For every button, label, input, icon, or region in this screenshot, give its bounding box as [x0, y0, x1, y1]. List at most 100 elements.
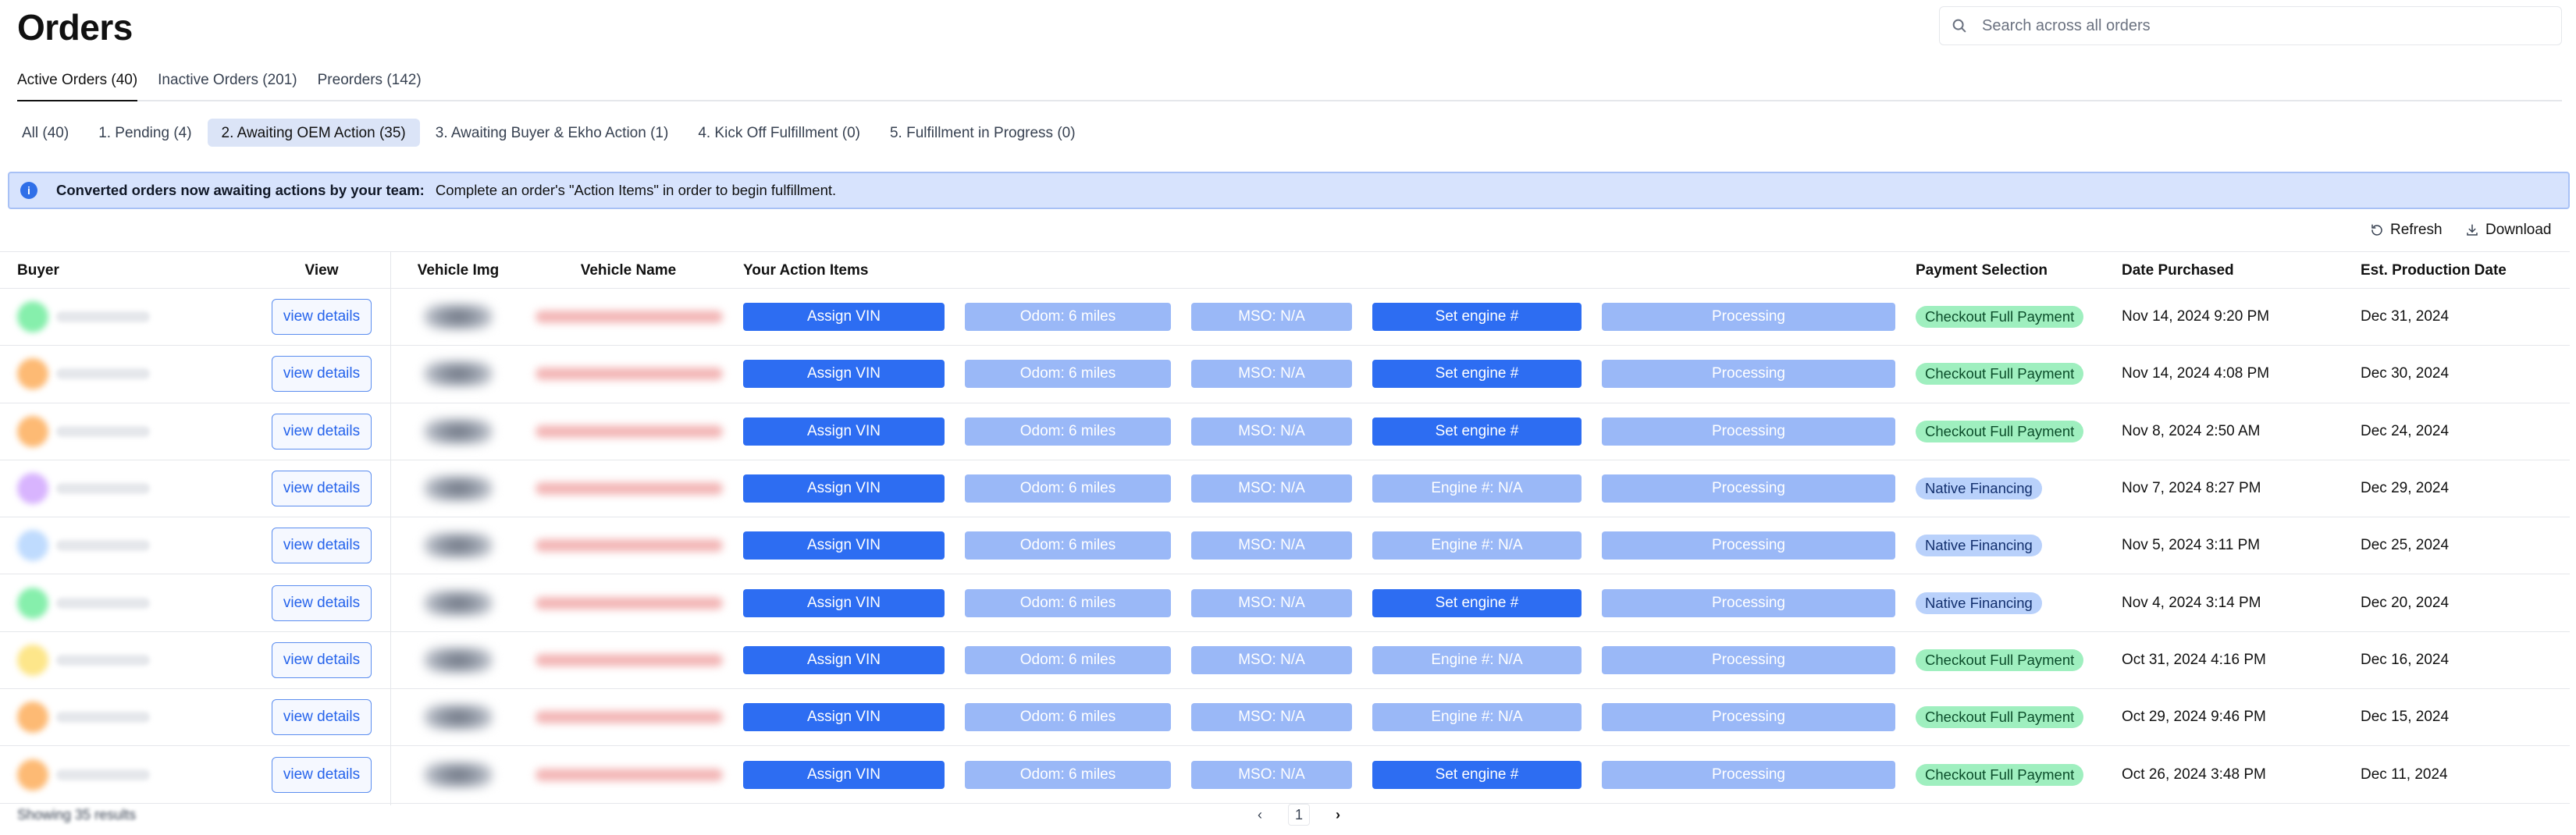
est-production-date: Dec 20, 2024 — [2361, 594, 2450, 611]
payment-badge: Native Financing — [1916, 592, 2042, 614]
payment-badge: Checkout Full Payment — [1916, 706, 2084, 729]
filter-tab-in-progress[interactable]: 5. Fulfillment in Progress (0) — [876, 119, 1090, 147]
mso-item: MSO: N/A — [1191, 417, 1352, 446]
view-details-button[interactable]: view details — [272, 641, 372, 678]
processing-status: Processing — [1602, 360, 1895, 389]
vehicle-image — [423, 474, 493, 503]
refresh-icon — [2371, 224, 2382, 236]
search-input[interactable] — [1982, 16, 2528, 35]
assign-vin-button[interactable]: Assign VIN — [743, 474, 945, 503]
search-box[interactable] — [1939, 6, 2562, 45]
table-row: view details Assign VIN Odom: 6 miles MSO: … — [0, 289, 2570, 346]
buyer-avatar — [17, 415, 48, 447]
assign-vin-button[interactable]: Assign VIN — [743, 703, 945, 732]
view-details-button[interactable]: view details — [272, 471, 372, 507]
download-icon — [2467, 224, 2478, 236]
refresh-button[interactable]: Refresh — [2370, 219, 2443, 242]
buyer-avatar — [17, 530, 48, 562]
engine-number-item[interactable]: Set engine # — [1372, 417, 1582, 446]
est-production-date: Dec 29, 2024 — [2361, 480, 2450, 497]
tab-active-orders[interactable]: Active Orders (40) — [17, 61, 138, 101]
tab-inactive-orders[interactable]: Inactive Orders (201) — [158, 61, 297, 101]
view-details-button[interactable]: view details — [272, 356, 372, 393]
engine-number-item[interactable]: Set engine # — [1372, 360, 1582, 389]
engine-number-item[interactable]: Set engine # — [1372, 588, 1582, 617]
vehicle-image — [423, 588, 493, 617]
col-header-action-items: Your Action Items — [743, 262, 869, 279]
est-production-date: Dec 31, 2024 — [2361, 308, 2450, 325]
assign-vin-button[interactable]: Assign VIN — [743, 531, 945, 560]
view-details-button[interactable]: view details — [272, 584, 372, 621]
mso-item: MSO: N/A — [1191, 360, 1352, 389]
date-purchased: Nov 8, 2024 2:50 AM — [2122, 422, 2261, 439]
view-details-button[interactable]: view details — [272, 528, 372, 564]
mso-item: MSO: N/A — [1191, 588, 1352, 617]
mso-item: MSO: N/A — [1191, 474, 1352, 503]
vehicle-name — [535, 482, 723, 496]
odometer-item: Odom: 6 miles — [965, 360, 1171, 389]
date-purchased: Nov 5, 2024 3:11 PM — [2122, 537, 2261, 554]
col-header-date-purchased[interactable]: Date Purchased — [2122, 262, 2234, 279]
next-page-button[interactable]: › — [1327, 804, 1349, 826]
info-icon: i — [20, 182, 37, 199]
assign-vin-button[interactable]: Assign VIN — [743, 645, 945, 674]
payment-badge: Native Financing — [1916, 478, 2042, 500]
filter-tab-awaiting-buyer[interactable]: 3. Awaiting Buyer & Ekho Action (1) — [422, 119, 683, 147]
buyer-avatar — [17, 702, 48, 734]
odometer-item: Odom: 6 miles — [965, 760, 1171, 789]
view-details-button[interactable]: view details — [272, 299, 372, 336]
filter-tab-pending[interactable]: 1. Pending (4) — [84, 119, 205, 147]
tab-preorders[interactable]: Preorders (142) — [318, 61, 422, 101]
page-title: Orders — [17, 7, 133, 48]
page-number[interactable]: 1 — [1288, 804, 1310, 826]
vehicle-image — [423, 760, 493, 789]
processing-status: Processing — [1602, 760, 1895, 789]
table-row: view details Assign VIN Odom: 6 miles MSO: … — [0, 403, 2570, 460]
prev-page-button[interactable]: ‹ — [1249, 804, 1271, 826]
download-button[interactable]: Download — [2465, 219, 2552, 242]
processing-status: Processing — [1602, 703, 1895, 732]
col-header-est-production[interactable]: Est. Production Date — [2361, 262, 2507, 279]
engine-number-item[interactable]: Set engine # — [1372, 303, 1582, 332]
est-production-date: Dec 25, 2024 — [2361, 537, 2450, 554]
est-production-date: Dec 16, 2024 — [2361, 651, 2450, 668]
assign-vin-button[interactable]: Assign VIN — [743, 588, 945, 617]
date-purchased: Nov 14, 2024 9:20 PM — [2122, 308, 2270, 325]
engine-number-item[interactable]: Set engine # — [1372, 760, 1582, 789]
assign-vin-button[interactable]: Assign VIN — [743, 303, 945, 332]
mso-item: MSO: N/A — [1191, 760, 1352, 789]
vehicle-name — [535, 711, 723, 724]
filter-tab-awaiting-oem[interactable]: 2. Awaiting OEM Action (35) — [207, 119, 420, 147]
odometer-item: Odom: 6 miles — [965, 703, 1171, 732]
vehicle-image — [423, 360, 493, 389]
filter-tab-kick-off[interactable]: 4. Kick Off Fulfillment (0) — [684, 119, 874, 147]
assign-vin-button[interactable]: Assign VIN — [743, 417, 945, 446]
buyer-name — [56, 654, 150, 666]
assign-vin-button[interactable]: Assign VIN — [743, 360, 945, 389]
buyer-avatar — [17, 759, 48, 791]
table-row: view details Assign VIN Odom: 6 miles MSO: … — [0, 460, 2570, 518]
mso-item: MSO: N/A — [1191, 531, 1352, 560]
vehicle-name — [535, 425, 723, 438]
payment-badge: Checkout Full Payment — [1916, 363, 2084, 386]
vehicle-name — [535, 539, 723, 553]
odometer-item: Odom: 6 miles — [965, 588, 1171, 617]
processing-status: Processing — [1602, 645, 1895, 674]
filter-tab-all[interactable]: All (40) — [8, 119, 83, 147]
view-details-button[interactable]: view details — [272, 756, 372, 793]
col-header-buyer[interactable]: Buyer — [17, 262, 59, 279]
odometer-item: Odom: 6 miles — [965, 531, 1171, 560]
est-production-date: Dec 11, 2024 — [2361, 766, 2448, 783]
date-purchased: Nov 7, 2024 8:27 PM — [2122, 480, 2261, 497]
vehicle-image — [423, 645, 493, 674]
download-label: Download — [2485, 222, 2552, 238]
view-details-button[interactable]: view details — [272, 413, 372, 449]
table-header: Buyer View Vehicle Img Vehicle Name Your… — [0, 251, 2570, 289]
processing-status: Processing — [1602, 588, 1895, 617]
table-row: view details Assign VIN Odom: 6 miles MSO: … — [0, 517, 2570, 575]
refresh-label: Refresh — [2390, 222, 2443, 238]
col-header-payment[interactable]: Payment Selection — [1916, 262, 2048, 279]
assign-vin-button[interactable]: Assign VIN — [743, 760, 945, 789]
view-details-button[interactable]: view details — [272, 699, 372, 736]
odometer-item: Odom: 6 miles — [965, 474, 1171, 503]
